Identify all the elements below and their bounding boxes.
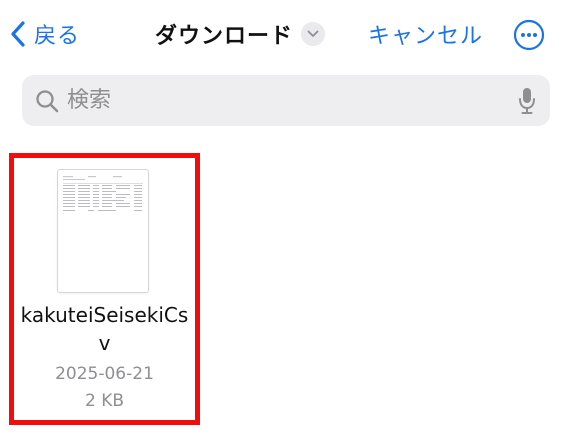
search-input[interactable] bbox=[67, 80, 487, 121]
page-title: ダウンロード bbox=[155, 24, 294, 49]
back-label: 戻る bbox=[34, 24, 81, 49]
cancel-button[interactable]: キャンセル bbox=[368, 14, 483, 54]
navigation-bar: 戻る ダウンロード キャンセル bbox=[0, 0, 571, 70]
files-app-downloads: 戻る ダウンロード キャンセル 検索 kakuteiSeisekiCsv 202… bbox=[0, 0, 571, 445]
microphone-icon[interactable] bbox=[518, 87, 536, 115]
file-date: 2025-06-21 bbox=[55, 364, 154, 384]
ellipsis-circle-icon bbox=[513, 19, 545, 51]
more-button[interactable] bbox=[512, 18, 546, 52]
back-button[interactable]: 戻る bbox=[10, 14, 80, 54]
file-size: 2 KB bbox=[84, 391, 125, 411]
chevron-down-icon bbox=[301, 22, 326, 46]
file-thumbnail bbox=[57, 169, 149, 293]
file-item[interactable]: kakuteiSeisekiCsv 2025-06-21 2 KB bbox=[9, 153, 200, 425]
search-bar bbox=[22, 75, 550, 126]
chevron-left-icon bbox=[11, 21, 25, 47]
file-name: kakuteiSeisekiCsv bbox=[20, 303, 189, 355]
title-menu[interactable]: ダウンロード bbox=[155, 14, 326, 54]
search-icon bbox=[35, 89, 59, 113]
